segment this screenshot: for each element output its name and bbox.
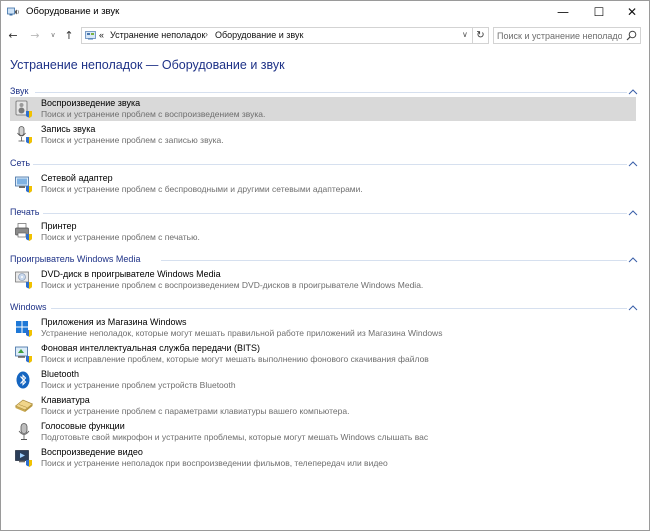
item-sound-recording[interactable]: Запись звука Поиск и устранение проблем … bbox=[10, 123, 636, 147]
back-button[interactable]: ← bbox=[5, 27, 21, 43]
group-divider bbox=[43, 213, 627, 214]
group-divider bbox=[35, 92, 627, 93]
chevron-up-icon[interactable] bbox=[628, 88, 638, 96]
item-description: Поиск и устранение проблем с записью зву… bbox=[41, 135, 224, 145]
item-description: Поиск и устранение неполадок при воспрои… bbox=[41, 458, 388, 468]
breadcrumb-separator[interactable]: › bbox=[205, 29, 208, 39]
speech-microphone-icon bbox=[18, 423, 30, 440]
item-description: Поиск и устранение проблем с беспроводны… bbox=[41, 184, 363, 194]
microphone-troubleshoot-icon bbox=[17, 126, 32, 144]
item-speech[interactable]: Голосовые функции Подготовьте свой микро… bbox=[10, 420, 636, 444]
recent-locations-button[interactable]: ∨ bbox=[45, 27, 61, 43]
refresh-button[interactable]: ↻ bbox=[472, 27, 489, 44]
page-title: Устранение неполадок — Оборудование и зв… bbox=[10, 58, 285, 72]
group-title-sound[interactable]: Звук bbox=[10, 86, 28, 96]
item-description: Подготовьте свой микрофон и устраните пр… bbox=[41, 432, 429, 442]
search-icon[interactable] bbox=[626, 30, 637, 41]
item-windows-store-apps[interactable]: Приложения из Магазина Windows Устранени… bbox=[10, 316, 636, 340]
item-name: Воспроизведение звука bbox=[41, 98, 141, 108]
chevron-down-icon[interactable]: ∨ bbox=[462, 30, 468, 39]
item-description: Поиск и исправление проблем, которые мог… bbox=[41, 354, 429, 364]
network-adapter-icon bbox=[15, 176, 32, 193]
speaker-troubleshoot-icon bbox=[15, 100, 32, 118]
breadcrumb-overflow[interactable]: « bbox=[99, 30, 104, 40]
item-printer[interactable]: Принтер Поиск и устранение проблем с печ… bbox=[10, 220, 636, 244]
hardware-sound-icon bbox=[7, 7, 19, 16]
item-description: Поиск и устранение проблем с воспроизвед… bbox=[41, 109, 266, 119]
item-description: Поиск и устранение проблем устройств Blu… bbox=[41, 380, 236, 390]
item-keyboard[interactable]: Клавиатура Поиск и устранение проблем с … bbox=[10, 394, 636, 418]
group-divider bbox=[161, 260, 627, 261]
item-video-playback[interactable]: Воспроизведение видео Поиск и устранение… bbox=[10, 446, 636, 470]
item-description: Поиск и устранение проблем с параметрами… bbox=[41, 406, 350, 416]
search-input[interactable] bbox=[497, 29, 622, 42]
navigation-bar: ← → ∨ ↑ « Устранение неполадок › Оборудо… bbox=[1, 25, 649, 47]
item-name: Голосовые функции bbox=[41, 421, 125, 431]
forward-button[interactable]: → bbox=[27, 27, 43, 43]
item-bluetooth[interactable]: Bluetooth Поиск и устранение проблем уст… bbox=[10, 368, 636, 392]
item-bits[interactable]: Фоновая интеллектуальная служба передачи… bbox=[10, 342, 636, 366]
group-title-windows[interactable]: Windows bbox=[10, 302, 47, 312]
item-dvd-windows-media[interactable]: DVD-диск в проигрывателе Windows Media П… bbox=[10, 268, 636, 292]
group-divider bbox=[51, 308, 627, 309]
breadcrumb-hardware-sound[interactable]: Оборудование и звук bbox=[215, 30, 303, 40]
window-title: Оборудование и звук bbox=[26, 6, 120, 17]
search-box[interactable] bbox=[493, 27, 641, 44]
dvd-disc-icon bbox=[15, 271, 32, 289]
video-playback-icon bbox=[15, 450, 32, 467]
up-button[interactable]: ↑ bbox=[61, 27, 77, 43]
close-button[interactable]: ✕ bbox=[615, 1, 649, 23]
group-divider bbox=[33, 164, 627, 165]
maximize-button[interactable]: ☐ bbox=[582, 1, 616, 23]
chevron-up-icon[interactable] bbox=[628, 256, 638, 264]
explorer-window: Оборудование и звук — ☐ ✕ ← → ∨ ↑ « Устр… bbox=[0, 0, 650, 531]
item-name: Фоновая интеллектуальная служба передачи… bbox=[41, 343, 260, 353]
chevron-up-icon[interactable] bbox=[628, 160, 638, 168]
item-sound-playback[interactable]: Воспроизведение звука Поиск и устранение… bbox=[10, 97, 636, 121]
item-description: Поиск и устранение проблем с воспроизвед… bbox=[41, 280, 424, 290]
item-description: Поиск и устранение проблем с печатью. bbox=[41, 232, 200, 242]
item-description: Устранение неполадок, которые могут меша… bbox=[41, 328, 443, 338]
bluetooth-icon bbox=[16, 371, 30, 389]
address-bar[interactable]: « Устранение неполадок › Оборудование и … bbox=[81, 27, 489, 44]
windows-store-icon bbox=[16, 321, 32, 337]
group-title-windows-media[interactable]: Проигрыватель Windows Media bbox=[10, 254, 140, 264]
chevron-up-icon[interactable] bbox=[628, 209, 638, 217]
minimize-button[interactable]: — bbox=[546, 1, 580, 23]
breadcrumb-troubleshooting[interactable]: Устранение неполадок bbox=[110, 30, 205, 40]
group-title-printing[interactable]: Печать bbox=[10, 207, 39, 217]
title-bar[interactable]: Оборудование и звук — ☐ ✕ bbox=[1, 1, 649, 23]
bits-transfer-icon bbox=[15, 346, 32, 363]
control-panel-icon bbox=[85, 31, 96, 40]
printer-icon bbox=[15, 223, 32, 241]
group-title-network[interactable]: Сеть bbox=[10, 158, 30, 168]
item-name: Bluetooth bbox=[41, 369, 80, 379]
item-network-adapter[interactable]: Сетевой адаптер Поиск и устранение пробл… bbox=[10, 172, 636, 196]
keyboard-icon bbox=[14, 399, 34, 412]
item-name: Принтер bbox=[41, 221, 77, 231]
item-name: Запись звука bbox=[41, 124, 96, 134]
item-name: Приложения из Магазина Windows bbox=[41, 317, 187, 327]
item-name: Сетевой адаптер bbox=[41, 173, 113, 183]
item-name: DVD-диск в проигрывателе Windows Media bbox=[41, 269, 221, 279]
chevron-up-icon[interactable] bbox=[628, 304, 638, 312]
item-name: Клавиатура bbox=[41, 395, 90, 405]
item-name: Воспроизведение видео bbox=[41, 447, 143, 457]
